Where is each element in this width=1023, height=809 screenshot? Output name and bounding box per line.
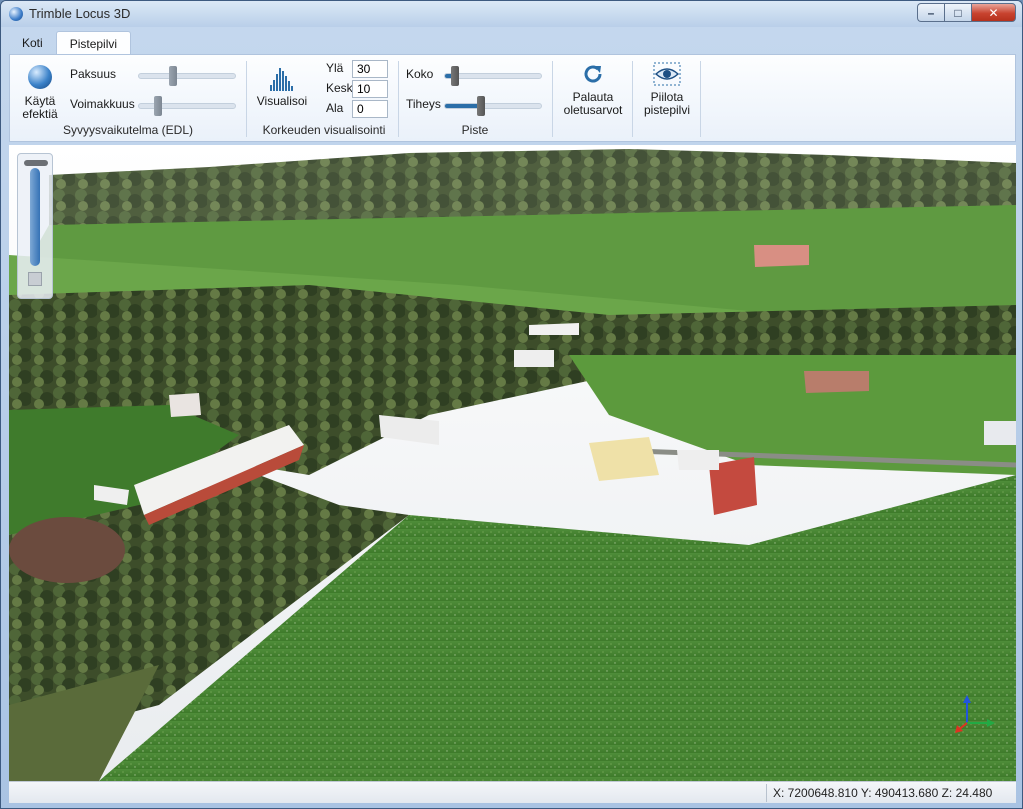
close-button[interactable]: ✕ (971, 3, 1016, 22)
edl-group: Käytä efektiä Paksuus Voimakkuus Syvyysv… (10, 59, 242, 139)
hide-label-2: pistepilvi (643, 103, 691, 117)
axis-gizmo-icon (955, 695, 995, 733)
strength-slider[interactable] (138, 96, 236, 116)
status-bar: X: 7200648.810 Y: 490413.680 Z: 24.480 (9, 781, 1016, 803)
middle-label: Keski (326, 81, 356, 95)
density-slider[interactable] (444, 96, 542, 116)
refresh-icon (584, 65, 602, 83)
3d-viewport[interactable] (9, 145, 1016, 781)
app-window: Trimble Locus 3D – □ ✕ Koti Pistepilvi K… (0, 0, 1023, 809)
app-icon (9, 7, 23, 21)
window-controls: – □ ✕ (917, 3, 1016, 23)
tab-pistepilvi[interactable]: Pistepilvi (55, 31, 132, 55)
tab-koti[interactable]: Koti (9, 31, 56, 55)
height-visualization-group: Visualisoi Ylä Keski Ala Korkeuden visua… (250, 59, 398, 139)
density-slider-fill (445, 104, 482, 108)
ribbon-separator (632, 61, 633, 137)
thickness-label: Paksuus (70, 67, 117, 81)
point-group-label: Piste (461, 123, 489, 137)
apply-effect-label-2: efektiä (22, 107, 58, 121)
thickness-slider[interactable] (138, 66, 236, 86)
reset-defaults-button[interactable]: Palauta oletusarvot (556, 61, 630, 117)
histogram-icon (270, 68, 293, 91)
maximize-button[interactable]: □ (944, 3, 971, 22)
top-value-input[interactable] (352, 60, 388, 78)
thickness-slider-thumb[interactable] (168, 66, 177, 86)
window-title: Trimble Locus 3D (29, 6, 131, 21)
size-slider-thumb[interactable] (450, 66, 459, 86)
apply-effect-button[interactable]: Käytä efektiä (14, 63, 66, 121)
view-cube-icon[interactable] (28, 272, 42, 286)
density-slider-thumb[interactable] (477, 96, 486, 116)
zoom-slider-track[interactable] (30, 168, 40, 266)
bottom-value-input[interactable] (352, 100, 388, 118)
density-label: Tiheys (406, 97, 441, 111)
minimize-icon: – (927, 5, 935, 20)
cursor-coordinates: X: 7200648.810 Y: 490413.680 Z: 24.480 (766, 784, 998, 802)
visualize-label: Visualisoi (256, 94, 308, 108)
reset-label-2: oletusarvot (563, 103, 623, 117)
visualize-button[interactable]: Visualisoi (254, 63, 310, 108)
maximize-icon: □ (954, 5, 962, 20)
hide-point-cloud-button[interactable]: Piilota pistepilvi (634, 61, 700, 117)
strength-label: Voimakkuus (70, 97, 135, 111)
size-slider[interactable] (444, 66, 542, 86)
zoom-control[interactable] (17, 153, 53, 299)
top-label: Ylä (326, 61, 344, 75)
close-icon: ✕ (988, 5, 999, 20)
bottom-label: Ala (326, 101, 344, 115)
ribbon-panel: Käytä efektiä Paksuus Voimakkuus Syvyysv… (9, 54, 1016, 142)
zoom-handle[interactable] (24, 160, 48, 166)
ribbon-separator (246, 61, 247, 137)
sphere-icon (28, 65, 52, 89)
ribbon-tabs: Koti Pistepilvi (9, 31, 132, 55)
size-label: Koko (406, 67, 434, 81)
point-group: Koko Tiheys Piste (402, 59, 548, 139)
height-group-label: Korkeuden visualisointi (262, 123, 386, 137)
ribbon-separator (398, 61, 399, 137)
eye-icon (653, 62, 681, 86)
minimize-button[interactable]: – (917, 3, 944, 22)
title-bar[interactable]: Trimble Locus 3D – □ ✕ (1, 1, 1022, 27)
edl-group-label: Syvyysvaikutelma (EDL) (62, 123, 194, 137)
ribbon-separator (700, 61, 701, 137)
middle-value-input[interactable] (352, 80, 388, 98)
strength-slider-thumb[interactable] (154, 96, 163, 116)
point-cloud-scene[interactable] (9, 145, 1016, 781)
ribbon-separator (552, 61, 553, 137)
